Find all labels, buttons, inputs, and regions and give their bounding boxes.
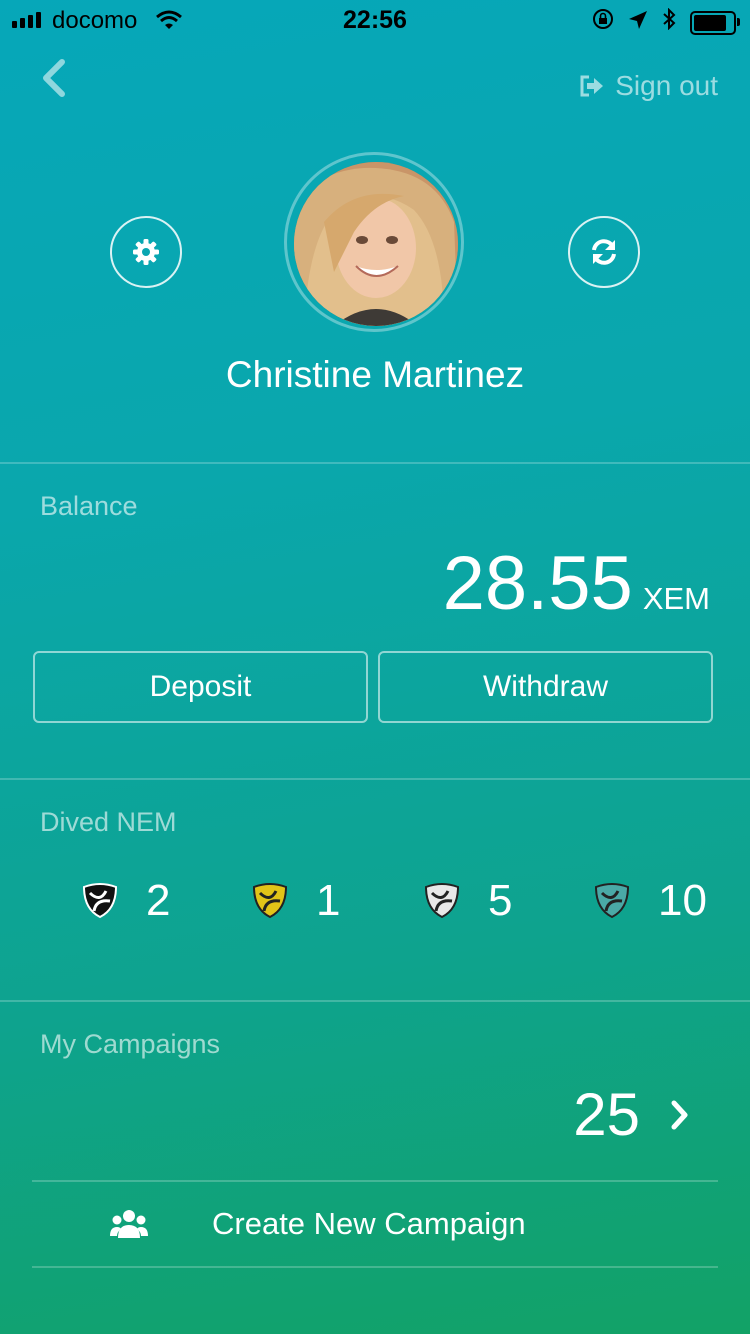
profile-photo bbox=[294, 162, 458, 326]
settings-button[interactable] bbox=[110, 216, 182, 288]
nem-black-icon bbox=[82, 883, 118, 919]
refresh-icon bbox=[592, 239, 616, 265]
dived-nem-label: Dived NEM bbox=[40, 807, 177, 837]
chevron-left-icon bbox=[43, 59, 65, 97]
create-campaign-button[interactable]: Create New Campaign bbox=[32, 1180, 718, 1268]
sign-out-button[interactable]: Sign out bbox=[579, 70, 718, 102]
nem-teal-icon bbox=[594, 883, 630, 919]
divider bbox=[0, 1000, 750, 1002]
gear-icon bbox=[133, 239, 159, 265]
nem-teal-count: 10 bbox=[658, 876, 707, 925]
balance-amount: 28.55 XEM bbox=[443, 540, 710, 627]
balance-unit: XEM bbox=[642, 581, 710, 616]
nem-white-count: 5 bbox=[488, 876, 513, 925]
sign-out-label: Sign out bbox=[615, 70, 718, 101]
campaign-count: 25 bbox=[573, 1081, 640, 1148]
nem-yellow-icon bbox=[252, 883, 288, 919]
withdraw-button[interactable]: Withdraw bbox=[378, 651, 713, 723]
create-campaign-label: Create New Campaign bbox=[212, 1206, 526, 1241]
nem-black-count: 2 bbox=[146, 876, 171, 925]
nem-yellow-item: 1 bbox=[250, 876, 340, 926]
my-campaigns-link[interactable]: 25 bbox=[573, 1080, 690, 1149]
chevron-right-icon bbox=[671, 1100, 688, 1129]
avatar[interactable] bbox=[294, 162, 458, 326]
back-button[interactable] bbox=[36, 56, 76, 100]
divider bbox=[0, 778, 750, 780]
nem-teal-item: 10 bbox=[592, 876, 707, 926]
refresh-button[interactable] bbox=[568, 216, 640, 288]
divider bbox=[0, 462, 750, 464]
my-campaigns-label: My Campaigns bbox=[40, 1029, 221, 1059]
battery-icon bbox=[690, 10, 740, 35]
nem-white-icon bbox=[424, 883, 460, 919]
location-icon bbox=[628, 9, 648, 37]
nem-black-item: 2 bbox=[80, 876, 170, 926]
sign-out-icon bbox=[580, 75, 604, 97]
profile-name: Christine Martinez bbox=[225, 354, 525, 395]
orientation-lock-icon bbox=[592, 8, 614, 37]
nem-white-item: 5 bbox=[422, 876, 512, 926]
bluetooth-icon bbox=[662, 7, 676, 37]
balance-label: Balance bbox=[40, 491, 138, 521]
users-icon bbox=[110, 1210, 148, 1238]
nem-yellow-count: 1 bbox=[316, 876, 341, 925]
status-bar: docomo 22:56 bbox=[0, 0, 750, 40]
balance-value: 28.55 bbox=[442, 541, 633, 626]
deposit-button[interactable]: Deposit bbox=[33, 651, 368, 723]
